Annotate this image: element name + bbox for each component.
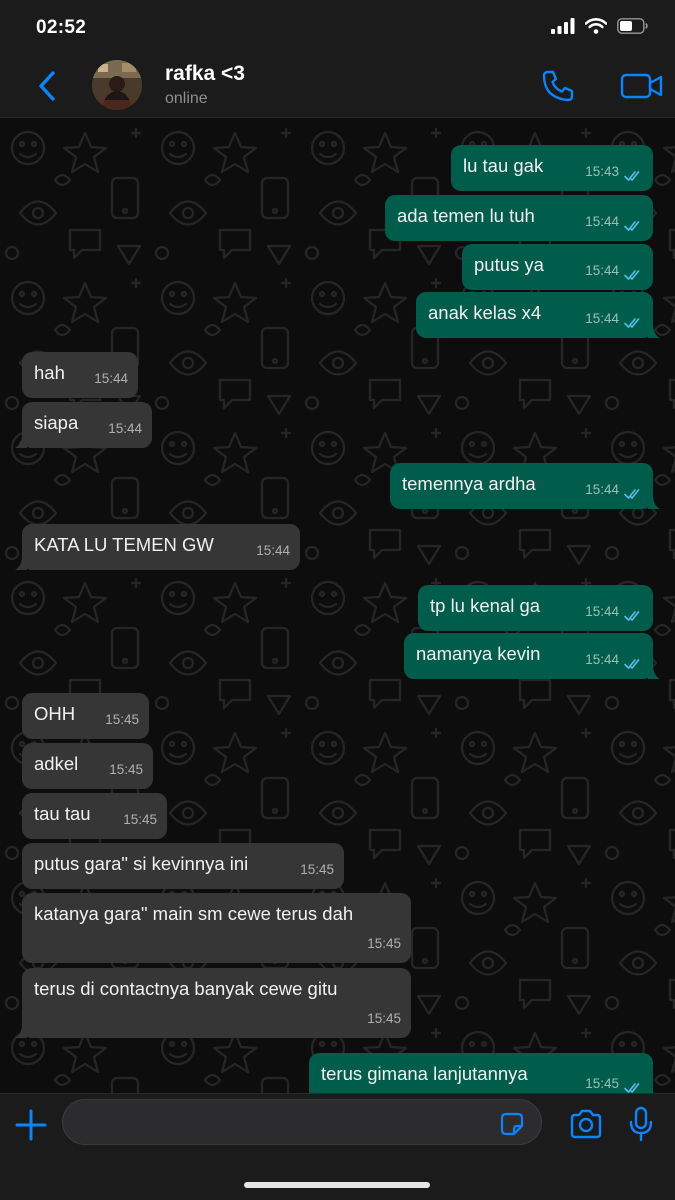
message-text: lu tau gak <box>463 155 544 176</box>
contact-status: online <box>165 90 208 107</box>
voice-call-button[interactable] <box>540 68 576 104</box>
chat-area[interactable]: lu tau gak 15:43 ada temen lu tuh 15:44 putu… <box>0 118 675 1093</box>
message-text: anak kelas x4 <box>428 302 542 323</box>
message-time: 15:45 <box>109 762 143 777</box>
incoming-message[interactable]: putus gara" si kevinnya ini 15:45 <box>22 843 344 889</box>
bubble-tail <box>15 1024 27 1038</box>
outgoing-message[interactable]: tp lu kenal ga 15:44 <box>418 585 653 631</box>
outgoing-message[interactable]: terus gimana lanjutannya 15:45 <box>309 1053 654 1093</box>
outgoing-message[interactable]: temennya ardha 15:44 <box>390 463 660 509</box>
message-time: 15:44 <box>94 371 128 386</box>
message-input[interactable] <box>62 1099 542 1145</box>
message-time: 15:43 <box>585 164 619 179</box>
read-ticks-icon <box>624 489 640 499</box>
phone-icon <box>542 70 574 102</box>
incoming-message[interactable]: katanya gara" main sm cewe terus dah 15:4… <box>22 893 411 963</box>
battery-icon <box>617 18 648 34</box>
message-time: 15:44 <box>585 311 619 326</box>
message-time: 15:45 <box>367 936 401 951</box>
read-ticks-icon <box>624 659 640 669</box>
incoming-message[interactable]: KATA LU TEMEN GW 15:44 <box>15 524 300 570</box>
read-ticks-icon <box>624 1083 640 1093</box>
attach-button[interactable] <box>14 1108 48 1142</box>
message-time: 15:45 <box>105 712 139 727</box>
message-text: putus gara" si kevinnya ini <box>34 853 249 874</box>
home-indicator[interactable] <box>244 1182 430 1188</box>
message-time: 15:45 <box>300 862 334 877</box>
read-ticks-icon <box>624 171 640 181</box>
back-button[interactable] <box>30 68 64 104</box>
avatar-image <box>92 60 142 110</box>
message-time: 15:44 <box>585 263 619 278</box>
outgoing-message[interactable]: anak kelas x4 15:44 <box>416 292 660 338</box>
sticker-button[interactable] <box>498 1110 526 1138</box>
input-bar <box>0 1093 675 1200</box>
message-time: 15:44 <box>585 652 619 667</box>
outgoing-message[interactable]: putus ya 15:44 <box>462 244 653 290</box>
incoming-message[interactable]: terus di contactnya banyak cewe gitu 15:4… <box>15 968 411 1038</box>
status-bar: 02:52 <box>0 0 675 56</box>
sticker-icon <box>500 1112 524 1136</box>
outgoing-message[interactable]: namanya kevin 15:44 <box>404 633 660 679</box>
outgoing-message[interactable]: lu tau gak 15:43 <box>451 145 653 191</box>
chevron-left-icon <box>39 71 55 101</box>
read-ticks-icon <box>624 318 640 328</box>
read-ticks-icon <box>624 611 640 621</box>
message-text: terus di contactnya banyak cewe gitu <box>34 978 338 999</box>
incoming-message[interactable]: hah 15:44 <box>22 352 138 398</box>
contact-avatar[interactable] <box>92 60 142 110</box>
read-ticks-icon <box>624 270 640 280</box>
message-time: 15:44 <box>108 421 142 436</box>
message-time: 15:44 <box>256 543 290 558</box>
outgoing-message[interactable]: ada temen lu tuh 15:44 <box>385 195 653 241</box>
wifi-icon <box>585 18 607 34</box>
message-time: 15:45 <box>585 1076 619 1091</box>
message-text: katanya gara" main sm cewe terus dah <box>34 903 354 924</box>
incoming-message[interactable]: siapa 15:44 <box>15 402 152 448</box>
bubble-tail <box>15 434 27 448</box>
message-text: adkel <box>34 753 79 774</box>
bubble-tail <box>648 665 660 679</box>
message-text: siapa <box>34 412 79 433</box>
message-text: KATA LU TEMEN GW <box>34 534 214 555</box>
video-camera-icon <box>620 73 663 99</box>
bubble-tail <box>15 556 27 570</box>
message-time: 15:44 <box>585 482 619 497</box>
message-text: tau tau <box>34 803 91 824</box>
contact-name[interactable]: rafka <3 <box>165 62 245 86</box>
message-text: putus ya <box>474 254 544 275</box>
status-time: 02:52 <box>36 17 87 38</box>
camera-button[interactable] <box>568 1108 604 1140</box>
message-text: namanya kevin <box>416 643 541 664</box>
bubble-tail <box>648 324 660 338</box>
incoming-message[interactable]: tau tau 15:45 <box>22 793 167 839</box>
message-time: 15:45 <box>367 1011 401 1026</box>
message-text: OHH <box>34 703 76 724</box>
plus-icon <box>15 1109 47 1141</box>
camera-icon <box>570 1109 602 1139</box>
message-time: 15:44 <box>585 604 619 619</box>
signal-icon <box>551 18 575 34</box>
message-text: terus gimana lanjutannya <box>321 1063 528 1084</box>
microphone-icon <box>629 1106 653 1142</box>
message-text: temennya ardha <box>402 473 536 494</box>
microphone-button[interactable] <box>628 1106 654 1142</box>
message-text: tp lu kenal ga <box>430 595 541 616</box>
message-text: hah <box>34 362 65 383</box>
message-text: ada temen lu tuh <box>397 205 535 226</box>
message-time: 15:45 <box>123 812 157 827</box>
video-call-button[interactable] <box>620 68 664 104</box>
bubble-tail <box>648 495 660 509</box>
incoming-message[interactable]: OHH 15:45 <box>22 693 149 739</box>
chat-header: rafka <3 online <box>0 56 675 118</box>
status-icons <box>551 18 649 34</box>
incoming-message[interactable]: adkel 15:45 <box>22 743 153 789</box>
message-time: 15:44 <box>585 214 619 229</box>
read-ticks-icon <box>624 221 640 231</box>
